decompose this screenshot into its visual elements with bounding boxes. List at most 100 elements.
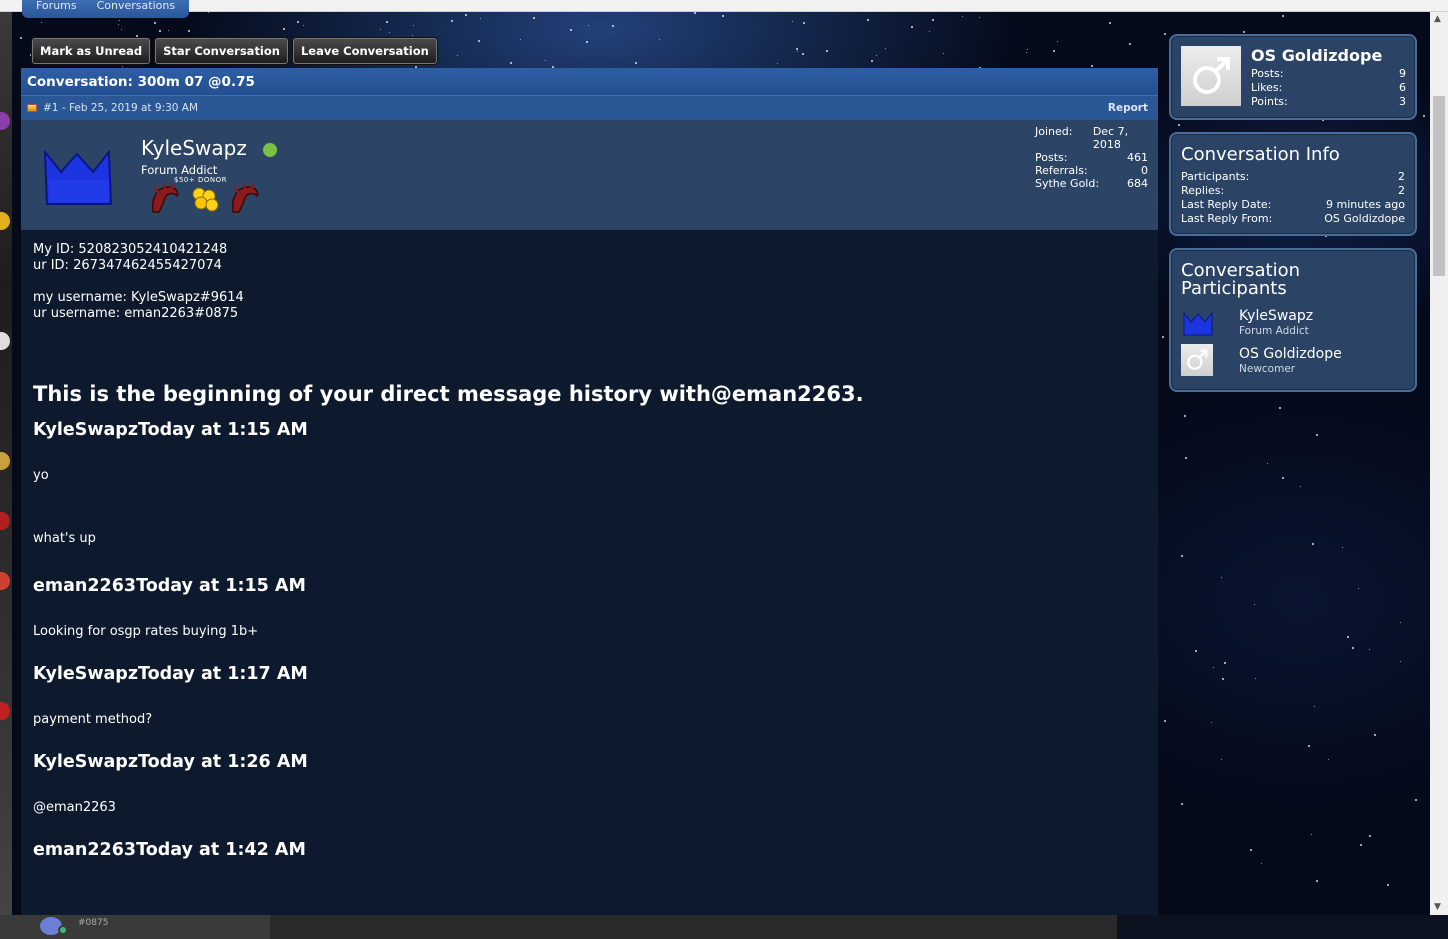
conversation-title: Conversation: 300m 07 @0.75	[21, 68, 1158, 96]
star	[1422, 115, 1425, 118]
breadcrumb: Forums Conversations	[22, 0, 190, 18]
scrollbar-thumb[interactable]	[1433, 96, 1445, 276]
visitor-name[interactable]: OS Goldizdope	[1251, 46, 1382, 65]
blue-partyhat-avatar-icon[interactable]	[1183, 312, 1213, 336]
star	[1254, 677, 1256, 679]
message-text: payment method?	[33, 712, 153, 727]
info-row: Last Reply From: OS Goldizdope	[1181, 212, 1405, 225]
star-conversation-button[interactable]: Star Conversation	[155, 38, 288, 64]
participants-panel: Conversation Participants KyleSwapz Foru…	[1169, 248, 1417, 392]
user-tag: #0875	[78, 918, 109, 928]
message-author-heading: eman2263Today at 1:42 AM	[33, 840, 306, 860]
author-title: Forum Addict	[141, 163, 218, 177]
star	[1163, 32, 1166, 35]
star	[1315, 434, 1318, 437]
page-scrollbar[interactable]: ▲ ▼	[1430, 12, 1448, 915]
info-row: Replies: 2	[1181, 184, 1405, 197]
star	[1194, 650, 1197, 653]
visitor-stat-row: Posts: 9	[1251, 67, 1406, 80]
stat-row: Referrals: 0	[1035, 164, 1148, 177]
star	[658, 38, 660, 40]
conversation-main: Conversation: 300m 07 @0.75 #1 - Feb 25,…	[21, 68, 1158, 915]
message-author-heading: KyleSwapzToday at 1:26 AM	[33, 752, 308, 772]
star	[40, 22, 42, 24]
visitor-stat-row: Points: 3	[1251, 95, 1406, 108]
star	[20, 36, 23, 39]
message-author-heading: KyleSwapzToday at 1:17 AM	[33, 664, 308, 684]
conversation-actions: Mark as Unread Star Conversation Leave C…	[32, 38, 437, 64]
star	[154, 21, 157, 24]
participant-item[interactable]: OS Goldizdope Newcomer	[1181, 344, 1413, 378]
male-avatar-icon[interactable]	[1181, 46, 1241, 106]
app-icon[interactable]	[0, 702, 10, 720]
conversation-info-list: Participants: 2 Replies: 2 Last Reply Date…	[1181, 170, 1405, 226]
stat-row: Joined: Dec 7, 2018	[1035, 125, 1129, 151]
male-avatar-icon[interactable]	[1181, 344, 1213, 376]
star	[1359, 844, 1362, 847]
taskbar-right-area	[1117, 915, 1448, 939]
report-link[interactable]: Report	[1108, 102, 1148, 114]
star	[1281, 476, 1284, 479]
star	[1221, 677, 1224, 680]
message-text: Looking for osgp rates buying 1b+	[33, 624, 259, 639]
author-stats: Joined: Dec 7, 2018 Posts: 461 Referrals: 0…	[1035, 125, 1148, 190]
visitor-profile-panel: OS Goldizdope Posts: 9 Likes: 6 Points: 3	[1169, 34, 1417, 120]
star	[870, 59, 873, 62]
app-icon[interactable]	[0, 512, 10, 530]
breadcrumb-item-conversations[interactable]: Conversations	[97, 0, 175, 18]
participant-name[interactable]: OS Goldizdope	[1239, 346, 1342, 362]
app-icon[interactable]	[0, 112, 10, 130]
star	[1025, 51, 1027, 53]
star	[388, 31, 390, 33]
star	[801, 52, 804, 55]
star	[1180, 554, 1183, 557]
info-row: Last Reply Date: 9 minutes ago	[1181, 198, 1405, 211]
star	[1161, 335, 1164, 338]
gold-coins-badge-icon	[192, 187, 219, 212]
star	[479, 17, 481, 19]
participant-name[interactable]: KyleSwapz	[1239, 308, 1313, 324]
app-icon[interactable]	[0, 572, 10, 590]
participant-item[interactable]: KyleSwapz Forum Addict	[1181, 306, 1413, 340]
body-line: ur username: eman2263#0875	[33, 306, 239, 321]
bottom-taskbar: #0875	[0, 915, 1448, 939]
blue-partyhat-avatar-icon[interactable]	[43, 150, 113, 206]
claw-badge-icon	[231, 184, 259, 213]
star	[910, 26, 913, 29]
leave-conversation-button[interactable]: Leave Conversation	[292, 38, 437, 64]
message-header: #1 - Feb 25, 2019 at 9:30 AM Report	[21, 96, 1158, 120]
breadcrumb-item-forums[interactable]: Forums	[36, 0, 77, 18]
star	[796, 47, 799, 50]
participant-title: Newcomer	[1239, 363, 1296, 375]
scroll-down-arrow-icon[interactable]: ▼	[1434, 902, 1441, 912]
star	[1026, 48, 1028, 50]
browser-top-strip	[0, 0, 1448, 12]
message-author-heading: eman2263Today at 1:15 AM	[33, 576, 306, 596]
star	[875, 55, 877, 57]
star	[544, 59, 546, 61]
star	[1184, 457, 1187, 460]
author-badges	[149, 184, 261, 214]
post-meta[interactable]: #1 - Feb 25, 2019 at 9:30 AM	[43, 102, 198, 114]
author-name[interactable]: KyleSwapz	[141, 136, 247, 160]
app-icon[interactable]	[0, 332, 10, 350]
star	[1184, 414, 1187, 417]
online-status-icon	[58, 925, 68, 935]
star	[207, 12, 209, 14]
message-body: My ID: 520823052410421248 ur ID: 2673474…	[21, 230, 1158, 872]
scroll-up-arrow-icon[interactable]: ▲	[1434, 14, 1441, 24]
donor-label: $50+ DONOR	[174, 176, 227, 184]
app-icon[interactable]	[0, 212, 10, 230]
star	[1374, 733, 1377, 736]
mark-as-unread-button[interactable]: Mark as Unread	[32, 38, 151, 64]
message-icon	[27, 104, 37, 112]
body-line: ur ID: 267347462455427074	[33, 258, 222, 273]
star	[1414, 798, 1417, 801]
star	[1223, 662, 1226, 665]
author-block: KyleSwapz Forum Addict $50+ DONOR Joined…	[21, 120, 1158, 230]
body-line: My ID: 520823052410421248	[33, 242, 228, 257]
app-icon[interactable]	[0, 452, 10, 470]
star	[797, 50, 799, 52]
star	[136, 34, 139, 37]
message-text: what's up	[33, 531, 96, 546]
